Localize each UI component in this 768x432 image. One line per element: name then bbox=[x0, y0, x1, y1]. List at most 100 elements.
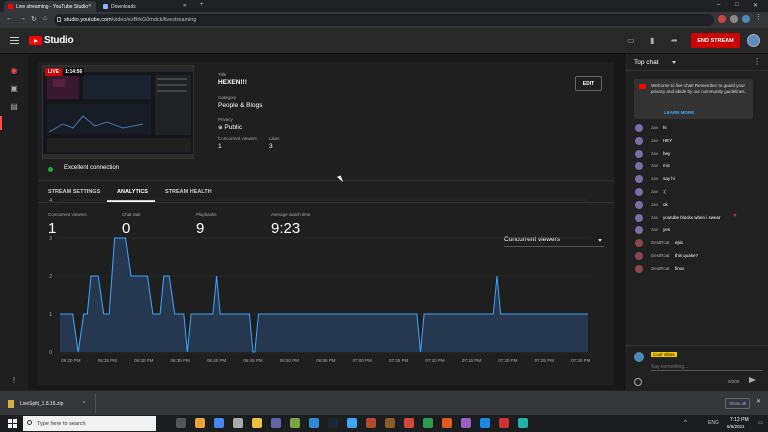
live-icon[interactable]: ◉ bbox=[9, 66, 19, 75]
windows-start-icon[interactable] bbox=[8, 419, 17, 428]
tab-youtube-studio[interactable]: Live streaming - YouTube Studio ✕ bbox=[4, 1, 96, 12]
lock-icon bbox=[57, 17, 61, 22]
extension-icon[interactable] bbox=[730, 15, 738, 23]
chat-message[interactable]: zav mic bbox=[635, 162, 761, 171]
chat-message[interactable]: zav say hi bbox=[635, 175, 761, 184]
concurrent-viewers-chart: 0 1 2 3 4 06:20 PM 06:25 PM 06:30 PM 06:35 PM 06:… bbox=[49, 198, 590, 363]
taskbar-app-icon[interactable] bbox=[347, 418, 357, 428]
likes-label: Likes bbox=[269, 136, 280, 141]
url-bar[interactable]: studio.youtube.com/video/ezBrkG0mdck/liv… bbox=[54, 14, 714, 26]
stream-preview[interactable]: LIVE 1:14:56 bbox=[42, 65, 194, 159]
tab-close-icon[interactable]: ✕ bbox=[183, 3, 187, 9]
chat-text: HEY bbox=[663, 137, 673, 143]
chat-message[interactable]: zav hey bbox=[635, 149, 761, 159]
x-tick-label: 06:25 PM bbox=[98, 358, 118, 363]
share-icon[interactable]: ➦ bbox=[671, 37, 681, 45]
tab-downloads[interactable]: Downloads ✕ bbox=[99, 1, 191, 12]
taskbar-app-icon[interactable] bbox=[518, 418, 528, 428]
chat-message[interactable]: zav hi bbox=[635, 124, 761, 133]
back-button[interactable]: ← bbox=[6, 15, 13, 22]
taskbar-app-icon[interactable] bbox=[480, 418, 490, 428]
language-indicator[interactable]: ENG bbox=[708, 420, 719, 426]
taskbar-app-icon[interactable] bbox=[290, 418, 300, 428]
emoji-icon[interactable] bbox=[634, 378, 642, 386]
chat-message[interactable]: zav youtube blocks when i swear ♥ bbox=[635, 213, 761, 223]
taskbar-app-icon[interactable] bbox=[366, 418, 376, 428]
y-tick-label: 0 bbox=[49, 350, 52, 356]
youtube-logo-icon bbox=[639, 84, 646, 89]
camera-icon[interactable]: ▣ bbox=[9, 84, 19, 93]
chat-input[interactable] bbox=[651, 363, 763, 371]
windows-taskbar: Type here to search ^ ENG 7:12 PM 6/5/20… bbox=[0, 415, 768, 432]
tab-close-icon[interactable]: ✕ bbox=[88, 3, 92, 9]
taskbar-app-icon[interactable] bbox=[423, 418, 433, 428]
chat-message[interactable]: zav yes bbox=[635, 226, 761, 235]
new-tab-button[interactable]: + bbox=[200, 2, 204, 8]
chat-message[interactable]: zav ok bbox=[635, 200, 761, 210]
avatar bbox=[635, 200, 643, 209]
y-tick-label: 2 bbox=[49, 274, 52, 280]
tray-chevron-icon[interactable]: ^ bbox=[684, 420, 687, 426]
feedback-icon[interactable]: ! bbox=[9, 376, 19, 385]
learn-more-link[interactable]: LEARN MORE bbox=[664, 110, 694, 115]
chat-text: hey bbox=[663, 150, 671, 156]
taskbar-app-icon[interactable] bbox=[309, 418, 319, 428]
taskbar-app-icon[interactable] bbox=[271, 418, 281, 428]
taskbar-app-icon[interactable] bbox=[176, 418, 186, 428]
chat-author: zav bbox=[651, 214, 659, 220]
forward-button[interactable]: → bbox=[19, 15, 26, 22]
taskbar-app-icon[interactable] bbox=[442, 418, 452, 428]
x-tick-label: 07:10 PM bbox=[425, 358, 445, 363]
chat-message[interactable]: DestRcat finxx bbox=[635, 264, 761, 274]
live-chat-panel: Top chat ⋮ Welcome to live chat! Remembe… bbox=[624, 54, 768, 390]
clock-time[interactable]: 7:12 PM bbox=[730, 417, 749, 423]
avatar bbox=[635, 149, 643, 158]
account-avatar[interactable] bbox=[747, 34, 760, 47]
chat-mode-select[interactable]: Top chat bbox=[634, 59, 659, 66]
youtube-logo-icon[interactable] bbox=[29, 36, 42, 45]
taskbar-app-icon[interactable] bbox=[461, 418, 471, 428]
send-icon[interactable] bbox=[749, 377, 756, 383]
studio-brand[interactable]: Studio bbox=[44, 35, 74, 46]
search-icon bbox=[27, 420, 32, 425]
taskbar-search[interactable]: Type here to search bbox=[23, 416, 156, 431]
chat-author: zav bbox=[651, 189, 659, 194]
taskbar-app-icon[interactable] bbox=[404, 418, 414, 428]
minimize-button[interactable]: – bbox=[717, 2, 720, 8]
chat-message[interactable]: zav:( bbox=[635, 188, 761, 197]
home-button[interactable]: ⌂ bbox=[43, 15, 47, 22]
close-window-button[interactable]: ✕ bbox=[753, 2, 758, 9]
taskbar-app-icon[interactable] bbox=[233, 418, 243, 428]
chat-message[interactable]: DestRcat this quake? bbox=[635, 252, 761, 261]
clock-date[interactable]: 6/5/2021 bbox=[727, 424, 745, 429]
taskbar-app-icon[interactable] bbox=[385, 418, 395, 428]
taskbar-app-icon[interactable] bbox=[328, 418, 338, 428]
chevron-up-icon[interactable]: ^ bbox=[83, 401, 85, 407]
browser-menu-icon[interactable]: ⋮ bbox=[755, 13, 763, 21]
reload-button[interactable]: ↻ bbox=[31, 15, 37, 23]
show-all-button[interactable]: Show all bbox=[725, 398, 750, 409]
chevron-down-icon[interactable] bbox=[672, 61, 676, 64]
chat-message[interactable]: DestRcat epic bbox=[635, 239, 761, 248]
extension-icon[interactable] bbox=[718, 15, 726, 23]
close-downloads-button[interactable]: ✕ bbox=[756, 398, 761, 405]
stream-elapsed-time: 1:14:56 bbox=[63, 68, 85, 76]
taskbar-app-icon[interactable] bbox=[499, 418, 509, 428]
taskbar-app-icon[interactable] bbox=[195, 418, 205, 428]
end-stream-button[interactable]: END STREAM bbox=[691, 33, 740, 48]
profile-avatar-icon[interactable] bbox=[742, 15, 750, 23]
taskbar-app-icon[interactable] bbox=[252, 418, 262, 428]
calendar-icon[interactable]: ▤ bbox=[9, 102, 19, 111]
chat-message[interactable]: zav HEY bbox=[635, 136, 761, 146]
stream-title: HEXEN!!! bbox=[218, 79, 247, 86]
bookmark-icon[interactable]: ▮ bbox=[650, 37, 660, 45]
hamburger-menu-icon[interactable] bbox=[10, 37, 19, 44]
notifications-icon[interactable]: ▭ bbox=[758, 420, 763, 426]
download-item[interactable]: LiveSplit_1.8.16.zip bbox=[20, 401, 63, 407]
edit-button[interactable]: EDIT bbox=[575, 76, 602, 91]
captions-icon[interactable]: ▭ bbox=[627, 37, 637, 45]
more-options-icon[interactable]: ⋮ bbox=[753, 57, 761, 66]
maximize-button[interactable]: □ bbox=[735, 2, 739, 8]
taskbar-app-icon[interactable] bbox=[214, 418, 224, 428]
chat-input-area: Cool Vibes 0/200 bbox=[625, 345, 768, 390]
